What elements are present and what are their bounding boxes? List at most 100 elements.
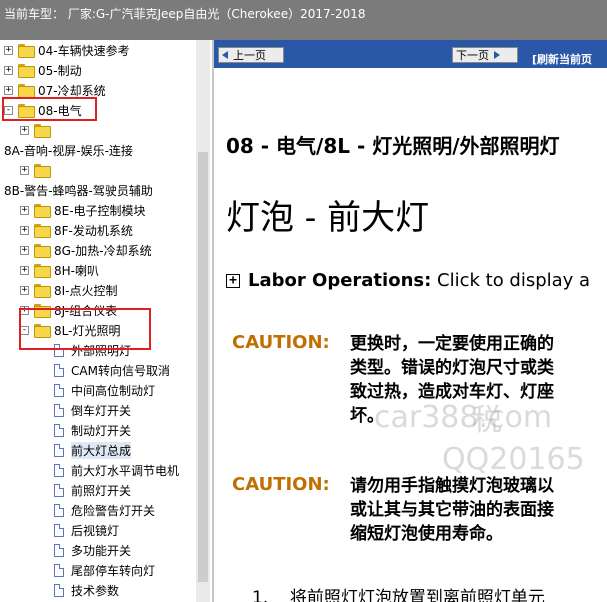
tree-item-label: 8B-警告-蜂鸣器-驾驶员辅助 <box>4 183 153 198</box>
tree-item-label: 危险警告灯开关 <box>71 503 156 518</box>
document-icon <box>54 583 64 597</box>
tree-item-label: 前照灯开关 <box>71 483 132 498</box>
tree-item-label: 8E-电子控制模块 <box>54 203 146 218</box>
highlight-box <box>2 97 97 121</box>
prev-page-button[interactable]: 上一页 <box>218 47 284 63</box>
tree-item-doc[interactable]: 制动灯开关 <box>52 420 131 440</box>
next-page-label: 下一页 <box>456 49 489 62</box>
tree-item-8a[interactable]: 8A-音响-视屏-娱乐-连接 <box>4 140 133 160</box>
labor-operations-text: Click to display a <box>431 270 591 291</box>
folder-icon <box>18 84 35 98</box>
document-icon <box>54 563 64 577</box>
tree-item-doc[interactable]: 前大灯水平调节电机 <box>52 460 179 480</box>
tree-item-label: 8H-喇叭 <box>54 263 99 278</box>
caution-text: 请勿用手指触摸灯泡玻璃以 或让其与其它带油的表面接 缩短灯泡使用寿命。 <box>350 476 554 544</box>
tree-item-doc[interactable]: 技术参数 <box>52 580 119 600</box>
document-icon <box>54 503 64 517</box>
tree-item-label: 8A-音响-视屏-娱乐-连接 <box>4 143 133 158</box>
tree-item-label: 07-冷却系统 <box>38 83 106 98</box>
tree-item-label: 前大灯水平调节电机 <box>71 463 180 478</box>
tree-item-label: 尾部停车转向灯 <box>71 563 156 578</box>
tree-item-doc[interactable]: 前照灯开关 <box>52 480 131 500</box>
document-icon <box>54 443 64 457</box>
folder-icon <box>18 64 35 78</box>
tree-item-8h[interactable]: + 8H-喇叭 <box>20 260 99 280</box>
window-title: 当前车型： 厂家:G-广汽菲克Jeep自由光（Cherokee）2017-201… <box>0 0 607 40</box>
document-pane: 上一页 下一页 [刷新当前页 08 - 电气/8L - 灯光照明/外部照明灯 灯… <box>212 40 607 602</box>
page-nav-bar: 上一页 下一页 [刷新当前页 <box>214 40 607 68</box>
watermark-text: QQ20165 <box>442 442 585 477</box>
tree-item-doc[interactable]: 倒车灯开关 <box>52 400 131 420</box>
document-icon <box>54 523 64 537</box>
tree-item-label: 8G-加热-冷却系统 <box>54 243 152 258</box>
folder-icon <box>34 124 51 138</box>
folder-icon <box>34 224 51 238</box>
expand-icon[interactable]: + <box>4 65 13 75</box>
section-heading: 08 - 电气/8L - 灯光照明/外部照明灯 <box>226 134 560 158</box>
tree-item-doc[interactable]: 后视镜灯 <box>52 520 119 540</box>
tree-item-label: 后视镜灯 <box>71 523 120 538</box>
next-page-button[interactable]: 下一页 <box>452 47 518 63</box>
tree-item-label: 05-制动 <box>38 63 82 78</box>
arrow-left-icon <box>222 51 228 59</box>
navigation-tree: + 04-车辆快速参考 + 05-制动 + 07-冷却系统 - 08-电气 + … <box>0 40 212 602</box>
expand-icon[interactable]: + <box>20 265 29 275</box>
tree-item-label: 04-车辆快速参考 <box>38 43 130 58</box>
tree-item-8e[interactable]: + 8E-电子控制模块 <box>20 200 146 220</box>
expand-icon[interactable]: + <box>20 205 29 215</box>
tree-item-04[interactable]: + 04-车辆快速参考 <box>4 40 130 60</box>
document-icon <box>54 383 64 397</box>
tree-item-doc[interactable]: 中间高位制动灯 <box>52 380 155 400</box>
caution-label: CAUTION: <box>232 332 330 353</box>
expand-icon[interactable]: + <box>20 285 29 295</box>
arrow-right-icon <box>494 51 500 59</box>
tree-item-label: 多功能开关 <box>71 543 132 558</box>
tree-item-8g[interactable]: + 8G-加热-冷却系统 <box>20 240 152 260</box>
tree-item-headlamp-assembly[interactable]: 前大灯总成 <box>52 440 132 460</box>
tree-item-label: 8F-发动机系统 <box>54 223 133 238</box>
expand-icon[interactable]: + <box>20 225 29 235</box>
expand-icon[interactable]: + <box>20 245 29 255</box>
document-icon <box>54 483 64 497</box>
procedure-step: 1. 将前照灯灯泡放置到离前照灯单元 <box>252 588 545 602</box>
tree-item-05[interactable]: + 05-制动 <box>4 60 82 80</box>
folder-icon <box>18 44 35 58</box>
watermark-text: car388.com <box>374 400 553 435</box>
expand-icon[interactable]: + <box>4 85 13 95</box>
tree-item-doc[interactable]: 危险警告灯开关 <box>52 500 155 520</box>
caution-label: CAUTION: <box>232 474 330 495</box>
folder-icon <box>34 164 51 178</box>
folder-icon <box>34 204 51 218</box>
tree-scrollbar[interactable] <box>196 40 210 602</box>
document-icon <box>54 463 64 477</box>
highlight-box <box>19 308 151 350</box>
labor-operations-toggle[interactable]: + Labor Operations: Click to display a <box>226 270 590 291</box>
tree-item-unnamed[interactable]: + <box>20 160 54 180</box>
tree-item-doc[interactable]: CAM转向信号取消 <box>52 360 170 380</box>
tree-item-8b[interactable]: 8B-警告-蜂鸣器-驾驶员辅助 <box>4 180 153 200</box>
tree-item-label: 8I-点火控制 <box>54 283 118 298</box>
expand-icon[interactable]: + <box>20 165 29 175</box>
document-icon <box>54 363 64 377</box>
document-icon <box>54 403 64 417</box>
tree-item-doc[interactable]: 操作 <box>52 598 95 602</box>
plus-box-icon[interactable]: + <box>226 273 240 288</box>
folder-icon <box>34 264 51 278</box>
tree-item-doc[interactable]: 多功能开关 <box>52 540 131 560</box>
expand-icon[interactable]: + <box>20 125 29 135</box>
tree-item-label: 前大灯总成 <box>71 441 132 459</box>
tree-item-8f[interactable]: + 8F-发动机系统 <box>20 220 133 240</box>
prev-page-label: 上一页 <box>233 49 266 62</box>
page-title: 灯泡 - 前大灯 <box>226 198 430 238</box>
document-icon <box>54 543 64 557</box>
tree-item-label: CAM转向信号取消 <box>71 363 170 378</box>
labor-operations-label: Labor Operations: <box>248 270 432 291</box>
tree-item-doc[interactable]: 尾部停车转向灯 <box>52 560 155 580</box>
expand-icon[interactable]: + <box>4 45 13 55</box>
caution-block: CAUTION: 请勿用手指触摸灯泡玻璃以 或让其与其它带油的表面接 缩短灯泡使… <box>232 474 554 546</box>
document-icon <box>54 423 64 437</box>
scrollbar-thumb[interactable] <box>198 152 208 582</box>
tree-item-8i[interactable]: + 8I-点火控制 <box>20 280 118 300</box>
tree-item-unnamed[interactable]: + <box>20 120 54 140</box>
refresh-page-link[interactable]: [刷新当前页 <box>532 51 592 67</box>
